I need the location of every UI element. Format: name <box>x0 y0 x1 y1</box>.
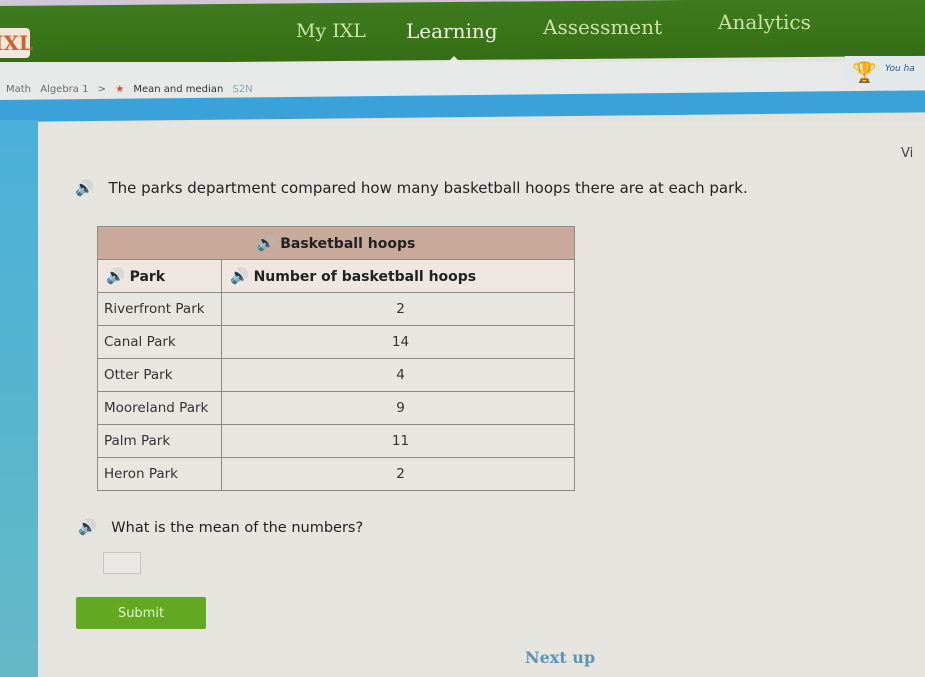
park-name: Canal Park <box>97 325 222 359</box>
hoop-count: 9 <box>221 391 575 425</box>
nav-my-ixl[interactable]: My IXL <box>296 20 366 42</box>
answer-input[interactable] <box>103 552 141 574</box>
breadcrumb-grade[interactable]: Algebra 1 <box>40 84 88 95</box>
breadcrumb-separator: > <box>97 84 107 95</box>
park-name: Otter Park <box>97 358 222 392</box>
table-row: Canal Park 14 <box>97 325 575 359</box>
table-row: Mooreland Park 9 <box>97 391 575 425</box>
prompt-text: The parks department compared how many b… <box>108 179 748 197</box>
speaker-icon[interactable]: 🔊 <box>230 267 249 285</box>
left-side-bar <box>0 120 38 677</box>
table-row: Palm Park 11 <box>97 424 575 458</box>
skill-code: S2N <box>232 84 253 95</box>
speaker-icon[interactable]: 🔊 <box>78 518 97 536</box>
nav-assessment[interactable]: Assessment <box>543 15 662 39</box>
speaker-icon[interactable]: 🔊 <box>257 234 276 252</box>
active-tab-caret-icon <box>446 56 462 64</box>
breadcrumb-subject[interactable]: Math <box>6 84 31 95</box>
column-header-hoops: 🔊 Number of basketball hoops <box>221 259 575 293</box>
question-ask: 🔊 What is the mean of the numbers? <box>78 518 363 536</box>
question-prompt: 🔊 The parks department compared how many… <box>75 179 748 197</box>
table-title: 🔊 Basketball hoops <box>97 226 575 260</box>
trophy-icon: 🏆 <box>852 60 877 84</box>
ixl-logo[interactable]: IXL <box>0 28 33 58</box>
next-up-label: Next up <box>525 648 596 667</box>
park-name: Palm Park <box>97 424 222 458</box>
ask-text: What is the mean of the numbers? <box>111 520 364 536</box>
speaker-icon[interactable]: 🔊 <box>106 267 125 285</box>
table-row: Riverfront Park 2 <box>97 292 575 326</box>
hoop-count: 14 <box>221 325 575 359</box>
nav-analytics[interactable]: Analytics <box>718 10 811 34</box>
breadcrumb: Math Algebra 1 > ★ Mean and median S2N <box>6 84 259 95</box>
table-row: Heron Park 2 <box>97 457 575 491</box>
column-header-text: Number of basketball hoops <box>253 269 477 285</box>
star-icon: ★ <box>115 84 125 95</box>
nav-learning[interactable]: Learning <box>406 19 498 43</box>
table-row: Otter Park 4 <box>97 358 575 392</box>
submit-button[interactable]: Submit <box>76 597 206 629</box>
park-name: Heron Park <box>97 457 222 491</box>
award-text: You ha <box>885 64 915 74</box>
park-name: Mooreland Park <box>97 391 222 425</box>
basketball-hoops-table: 🔊 Basketball hoops 🔊 Park 🔊 Number of ba… <box>97 226 575 491</box>
side-label[interactable]: Vi <box>901 146 913 161</box>
hoop-count: 4 <box>221 358 575 392</box>
hoop-count: 2 <box>221 457 575 491</box>
hoop-count: 2 <box>221 292 575 326</box>
speaker-icon[interactable]: 🔊 <box>75 179 94 197</box>
breadcrumb-skill: Mean and median <box>133 84 224 95</box>
column-header-park: 🔊 Park <box>97 259 222 293</box>
column-header-text: Park <box>129 269 166 285</box>
table-title-text: Basketball hoops <box>280 236 416 252</box>
park-name: Riverfront Park <box>97 292 222 326</box>
hoop-count: 11 <box>221 424 575 458</box>
